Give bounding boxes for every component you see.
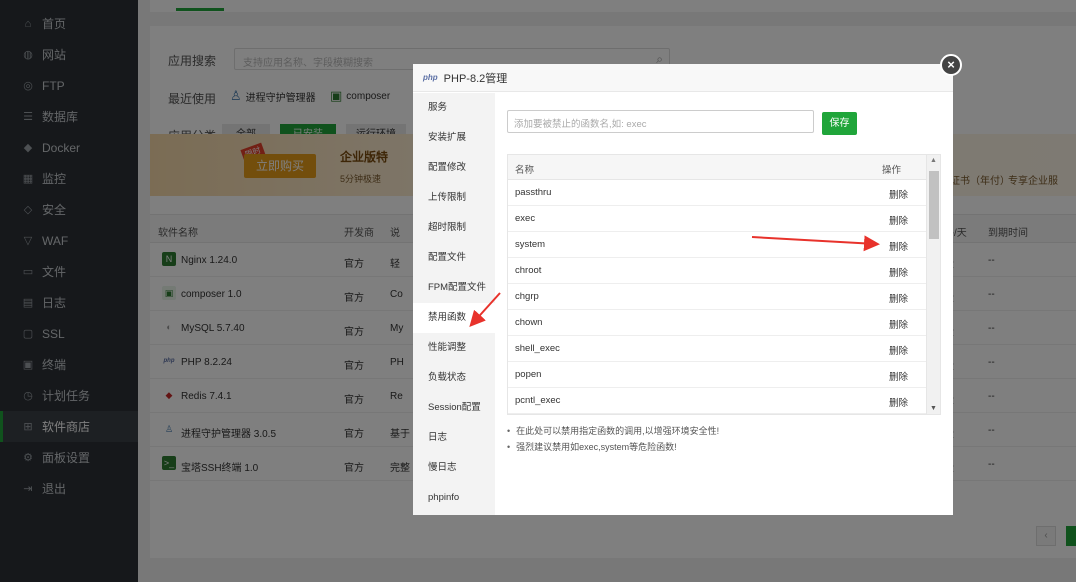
php-manage-dialog: php PHP-8.2管理 服务 安装扩展 配置修改 上传限制 超时限制 配置文件 FPM配…: [413, 64, 953, 515]
dialog-nav-item[interactable]: 服务: [413, 93, 495, 123]
save-button[interactable]: 保存: [822, 112, 857, 135]
delete-button[interactable]: 删除: [889, 291, 908, 305]
function-row: popen 删除: [508, 362, 926, 388]
function-row: chroot 删除: [508, 258, 926, 284]
function-row: exec 删除: [508, 206, 926, 232]
function-name-input[interactable]: 添加要被禁止的函数名,如: exec: [507, 110, 814, 133]
function-row: passthru 删除: [508, 180, 926, 206]
delete-button[interactable]: 删除: [889, 369, 908, 383]
dialog-nav-item[interactable]: 禁用函数: [413, 303, 495, 333]
function-name: passthru: [515, 187, 552, 198]
dialog-nav-item[interactable]: 性能调整: [413, 333, 495, 363]
dialog-nav-item[interactable]: 上传限制: [413, 183, 495, 213]
dialog-nav-item[interactable]: phpinfo: [413, 483, 495, 513]
function-name: chown: [515, 317, 543, 328]
delete-button[interactable]: 删除: [889, 317, 908, 331]
function-row: shell_exec 删除: [508, 336, 926, 362]
function-row: chgrp 删除: [508, 284, 926, 310]
dialog-nav-item[interactable]: 慢日志: [413, 453, 495, 483]
close-icon[interactable]: ×: [940, 54, 962, 76]
php-logo-icon: php: [423, 73, 438, 82]
table-scrollbar[interactable]: ▲ ▼: [927, 154, 941, 415]
scroll-thumb[interactable]: [929, 171, 939, 239]
tip-item: 在此处可以禁用指定函数的调用,以增强环境安全性!: [507, 423, 719, 439]
dialog-nav-item[interactable]: 超时限制: [413, 213, 495, 243]
scroll-down-icon[interactable]: ▼: [930, 405, 937, 412]
scroll-up-icon[interactable]: ▲: [930, 157, 937, 164]
dialog-nav: 服务 安装扩展 配置修改 上传限制 超时限制 配置文件 FPM配置文件 禁用函数 性能调整 负载状…: [413, 93, 495, 515]
delete-button[interactable]: 删除: [889, 395, 908, 409]
dialog-nav-item[interactable]: 负载状态: [413, 363, 495, 393]
tip-item: 强烈建议禁用如exec,system等危险函数!: [507, 439, 719, 455]
dialog-nav-item[interactable]: 安装扩展: [413, 123, 495, 153]
delete-button[interactable]: 删除: [889, 265, 908, 279]
delete-button[interactable]: 删除: [889, 239, 908, 253]
function-name: system: [515, 239, 546, 250]
dialog-nav-item[interactable]: 配置修改: [413, 153, 495, 183]
table-header: 名称 操作: [508, 155, 926, 180]
col-name: 名称: [515, 165, 535, 176]
function-name: chgrp: [515, 291, 539, 302]
disabled-functions-panel: 添加要被禁止的函数名,如: exec 保存 名称 操作 passthru 删除 ex…: [495, 93, 953, 515]
tips-list: 在此处可以禁用指定函数的调用,以增强环境安全性! 强烈建议禁用如exec,sys…: [507, 423, 719, 455]
disabled-functions-table: 名称 操作 passthru 删除 exec 删除 system 删除 chroot 删除 ch…: [507, 154, 927, 415]
function-name: exec: [515, 213, 536, 224]
function-name: pcntl_exec: [515, 395, 561, 406]
function-row: chown 删除: [508, 310, 926, 336]
function-input-placeholder: 添加要被禁止的函数名,如: exec: [514, 119, 647, 130]
function-row: system 删除: [508, 232, 926, 258]
function-name: shell_exec: [515, 343, 560, 354]
dialog-nav-item[interactable]: Session配置: [413, 393, 495, 423]
dialog-nav-item[interactable]: 日志: [413, 423, 495, 453]
dialog-nav-item[interactable]: FPM配置文件: [413, 273, 495, 303]
dialog-header: php PHP-8.2管理: [413, 64, 953, 92]
function-row: pcntl_exec 删除: [508, 388, 926, 414]
function-name: popen: [515, 369, 542, 380]
dialog-title: PHP-8.2管理: [443, 72, 508, 85]
dialog-nav-item[interactable]: 配置文件: [413, 243, 495, 273]
col-action: 操作: [882, 165, 902, 176]
delete-button[interactable]: 删除: [889, 213, 908, 227]
delete-button[interactable]: 删除: [889, 343, 908, 357]
function-name: chroot: [515, 265, 542, 276]
delete-button[interactable]: 删除: [889, 187, 908, 201]
